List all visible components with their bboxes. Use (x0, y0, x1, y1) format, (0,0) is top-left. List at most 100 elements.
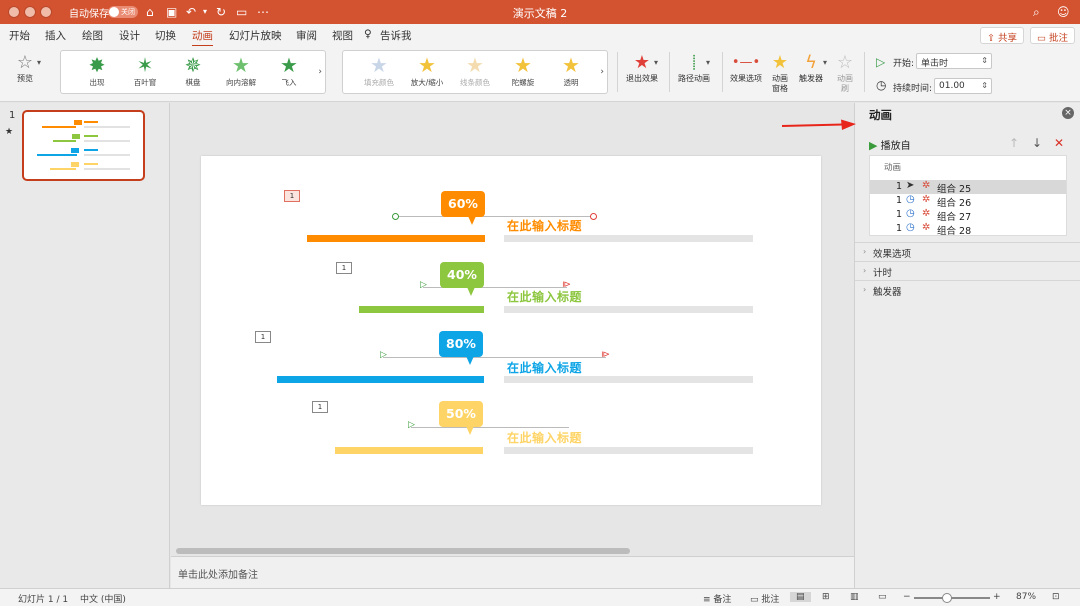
duration-value: 01.00 (939, 81, 965, 91)
progress-track[interactable] (504, 447, 753, 454)
slide-sorter-icon[interactable]: ⊞ (822, 592, 830, 602)
animation-order-tag[interactable]: 1 (284, 190, 300, 202)
gallery-scroll-icon[interactable]: › (318, 67, 322, 77)
percent-bubble[interactable]: 60% (441, 191, 485, 225)
start-select[interactable]: 单击时 ⇕ (916, 53, 992, 69)
progress-bar[interactable] (359, 306, 484, 313)
zoom-out-icon[interactable]: − (903, 592, 911, 602)
progress-bar[interactable] (307, 235, 485, 242)
effect-appear[interactable]: ✸ 出现 (77, 53, 117, 88)
move-up-icon[interactable]: ↑ (1009, 136, 1019, 150)
trigger-button[interactable]: ϟ 触发器 (796, 52, 826, 84)
progress-track[interactable] (504, 235, 753, 242)
effect-line-color[interactable]: ★ 线条颜色 (455, 53, 495, 88)
row-headline[interactable]: 在此输入标题 (507, 359, 582, 376)
zoom-level[interactable]: 87% (1016, 592, 1036, 602)
fit-to-window-icon[interactable]: ⊡ (1052, 592, 1060, 602)
animation-order-tag[interactable]: 1 (255, 331, 271, 343)
notes-button[interactable]: ≡ 备注 (703, 592, 731, 605)
progress-track[interactable] (504, 306, 753, 313)
progress-bar[interactable] (277, 376, 484, 383)
effect-grow-shrink[interactable]: ★ 放大/缩小 (407, 53, 447, 88)
slideshow-icon[interactable]: ▭ (878, 592, 887, 602)
tab-animations[interactable]: 动画 (192, 28, 213, 47)
close-icon[interactable]: × (1062, 107, 1074, 119)
animation-item[interactable]: 1 ◷ ✲ 组合 27 (870, 208, 1066, 223)
effect-dissolve-label: 向内溶解 (226, 78, 256, 87)
delete-icon[interactable]: ✕ (1054, 136, 1064, 150)
slide[interactable]: 1 60% 在此输入标题 1 ▷ ⧐ 40% 在此输入标题 1 ▷ ⧐ 80% … (201, 156, 821, 505)
percent-bubble[interactable]: 40% (440, 262, 484, 296)
animation-item[interactable]: 1 ◷ ✲ 组合 26 (870, 194, 1066, 209)
play-from-button[interactable]: ▶ 播放自 (869, 137, 911, 152)
progress-track[interactable] (504, 376, 753, 383)
animation-item[interactable]: 1 ➤ ✲ 组合 25 (870, 180, 1066, 195)
row-headline[interactable]: 在此输入标题 (507, 217, 582, 234)
animation-painter-button[interactable]: ☆ 动画 刷 (832, 52, 858, 94)
tab-review[interactable]: 审阅 (296, 28, 317, 43)
animation-pane-button[interactable]: ★ 动画 窗格 (767, 52, 793, 94)
animation-order-tag[interactable]: 1 (336, 262, 352, 274)
animation-item[interactable]: 1 ◷ ✲ 组合 28 (870, 222, 1066, 237)
trigger-dropdown-icon[interactable]: ▾ (823, 58, 827, 67)
effect-transparency[interactable]: ★ 透明 (551, 53, 591, 88)
comments-button[interactable]: ▭ 批注 (1030, 27, 1076, 44)
motion-dropdown-icon[interactable]: ▾ (706, 58, 710, 67)
section-triggers[interactable]: › 触发器 (855, 280, 1080, 299)
thumb-headline (84, 163, 98, 165)
thumb-headline (84, 121, 98, 123)
duration-input[interactable]: 01.00 ⇕ (934, 78, 992, 94)
powerpoint-window: 自动保存 关闭 ⌂ ▣ ↶ ▾ ↻ ▭ ⋯ 演示文稿 2 ⌕ ☺ 开始 插入 绘… (0, 0, 1080, 606)
share-button[interactable]: ⇪ 共享 (980, 27, 1024, 44)
section-effect-options[interactable]: › 效果选项 (855, 242, 1080, 261)
section-timing[interactable]: › 计时 (855, 261, 1080, 280)
tab-view[interactable]: 视图 (332, 28, 353, 43)
animation-order-tag[interactable]: 1 (312, 401, 328, 413)
preview-dropdown-icon[interactable]: ▾ (37, 58, 41, 67)
item-order: 1 (896, 209, 903, 220)
tab-draw[interactable]: 绘图 (82, 28, 103, 43)
row-headline[interactable]: 在此输入标题 (507, 429, 582, 446)
notes-area[interactable]: 单击此处添加备注 (171, 556, 854, 588)
row-headline[interactable]: 在此输入标题 (507, 288, 582, 305)
effect-checkerboard[interactable]: ✵ 棋盘 (173, 53, 213, 88)
gallery-scroll-icon[interactable]: › (600, 67, 604, 77)
zoom-slider-knob[interactable] (942, 593, 952, 603)
divider (669, 52, 670, 92)
effect-spin[interactable]: ★ 陀螺旋 (503, 53, 543, 88)
zoom-slider[interactable] (914, 597, 990, 599)
language-indicator[interactable]: 中文 (中国) (80, 592, 126, 605)
tab-slideshow[interactable]: 幻灯片放映 (229, 28, 282, 43)
tab-design[interactable]: 设计 (119, 28, 140, 43)
exit-dropdown-icon[interactable]: ▾ (654, 58, 658, 67)
ribbon-tabs: 开始 插入 绘图 设计 切换 动画 幻灯片放映 审阅 视图 ♀ 告诉我 ⇪ 共享… (0, 24, 1080, 47)
search-icon[interactable]: ⌕ (1033, 4, 1040, 20)
horizontal-scrollbar[interactable] (176, 548, 630, 554)
progress-bar[interactable] (335, 447, 483, 454)
effect-options-button[interactable]: •—• 效果选项 (728, 52, 764, 84)
exit-effects-button[interactable]: ★ 退出效果 (623, 52, 661, 84)
lightbulb-icon: ♀ (364, 28, 372, 40)
normal-view-icon[interactable]: ▤ (790, 592, 811, 602)
tab-transitions[interactable]: 切换 (155, 28, 176, 43)
tell-me[interactable]: 告诉我 (380, 28, 412, 43)
feedback-icon[interactable]: ☺ (1057, 4, 1070, 20)
effect-fly-in[interactable]: ★ 飞入 (269, 53, 309, 88)
zoom-in-icon[interactable]: + (993, 592, 1001, 602)
effect-fill-color[interactable]: ★ 填充颜色 (359, 53, 399, 88)
motion-paths-button[interactable]: ⸽ 路径动画 (675, 52, 713, 84)
percent-bubble[interactable]: 80% (439, 331, 483, 365)
effect-dissolve[interactable]: ★ 向内溶解 (221, 53, 261, 88)
percent-bubble[interactable]: 50% (439, 401, 483, 435)
tab-insert[interactable]: 插入 (45, 28, 66, 43)
reading-view-icon[interactable]: ▥ (850, 592, 859, 602)
slide-thumbnail[interactable] (22, 110, 145, 181)
tab-home[interactable]: 开始 (9, 28, 30, 43)
comments-status-button[interactable]: ▭ 批注 (750, 592, 779, 605)
pane-title: 动画 (869, 108, 892, 122)
effect-blinds[interactable]: ✶ 百叶窗 (125, 53, 165, 88)
move-down-icon[interactable]: ↓ (1032, 136, 1042, 150)
preview-button[interactable]: ☆ 预览 (8, 52, 42, 84)
duration-label: 持续时间: (893, 84, 933, 94)
section-label: 触发器 (873, 287, 902, 298)
